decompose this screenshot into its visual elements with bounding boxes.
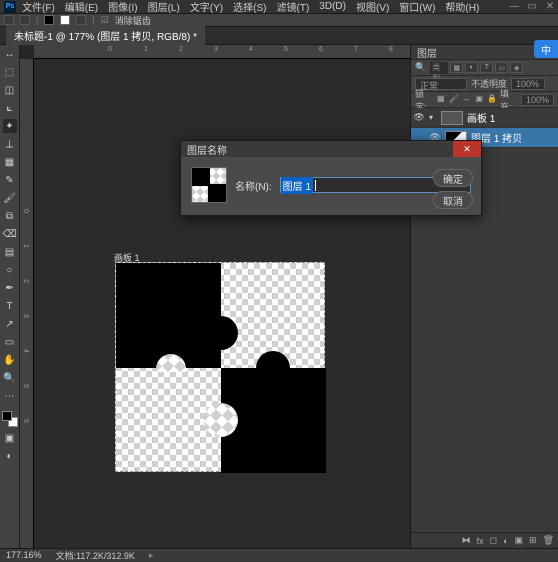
hand-tool-icon[interactable]: ✋ [3, 353, 17, 367]
document-tab-bar: 未标题-1 @ 177% (图层 1 拷贝, RGB/8) * [0, 27, 558, 45]
close-window-icon[interactable]: ✕ [544, 1, 556, 12]
link-layers-icon[interactable]: ⧓ [462, 535, 471, 546]
puzzle-piece-top-left [116, 263, 221, 368]
filter-pixel-icon[interactable]: ▦ [450, 62, 463, 73]
ruler-horizontal: 0 1 2 3 4 5 6 7 8 [34, 45, 410, 59]
name-field-label: 名称(N): [235, 178, 272, 193]
lock-pixels-icon[interactable]: 🖌 [449, 94, 459, 105]
antialias-label: 消除锯齿 [115, 14, 151, 27]
move-tool-icon[interactable]: ↔ [3, 47, 17, 61]
wand-tool-icon[interactable]: ✦ [3, 119, 17, 133]
shape-tool-icon[interactable]: ▭ [3, 335, 17, 349]
lock-transparent-icon[interactable]: ▦ [436, 94, 446, 105]
layer-name[interactable]: 图层 1 拷贝 [471, 130, 556, 145]
window-controls: — ▭ ✕ [508, 1, 556, 12]
eraser-tool-icon[interactable]: ⌫ [3, 227, 17, 241]
dialog-layer-thumbnail [191, 167, 227, 203]
more-tools-icon[interactable]: ⋯ [3, 389, 17, 403]
quickmask-icon[interactable]: ◐ [3, 449, 17, 463]
main-area: ↔ ⬚ ◫ ⟀ ✦ ⟂ ▦ ✎ 🖌 ⧉ ⌫ ▤ ○ ✒ T ↗ ▭ ✋ 🔍 ⋯ … [0, 45, 558, 548]
marquee-tool-icon[interactable]: ◫ [3, 83, 17, 97]
crop-tool-icon[interactable]: ⟂ [3, 137, 17, 151]
filter-adjust-icon[interactable]: ◐ [465, 62, 478, 73]
zoom-display[interactable]: 177.16% [6, 550, 42, 560]
menu-file[interactable]: 文件(F) [18, 0, 59, 15]
dialog-titlebar[interactable]: 图层名称 ✕ [181, 141, 481, 157]
layer-blend-row: 正常 不透明度 100% [411, 76, 558, 92]
brush-tool-icon[interactable]: 🖌 [3, 191, 17, 205]
artboard-tool-icon[interactable]: ⬚ [3, 65, 17, 79]
menu-3d[interactable]: 3D(D) [315, 0, 350, 13]
layer-style-icon[interactable]: fx [477, 536, 484, 546]
bg-swatch[interactable] [60, 15, 70, 25]
ok-button[interactable]: 确定 [433, 169, 473, 187]
color-swatches[interactable] [2, 411, 18, 427]
screen-mode-icon[interactable]: ▣ [3, 431, 17, 445]
rename-layer-dialog: 图层名称 ✕ 名称(N): 图层 1 确定 取消 [180, 140, 482, 216]
fill-input[interactable]: 100% [521, 94, 554, 106]
minimize-icon[interactable]: — [508, 1, 520, 12]
gradient-tool-icon[interactable]: ▤ [3, 245, 17, 259]
group-icon[interactable]: ▣ [515, 535, 524, 546]
tool-palette: ↔ ⬚ ◫ ⟀ ✦ ⟂ ▦ ✎ 🖌 ⧉ ⌫ ▤ ○ ✒ T ↗ ▭ ✋ 🔍 ⋯ … [0, 45, 20, 548]
artboard[interactable] [115, 262, 325, 472]
current-tool-icon[interactable] [20, 15, 30, 25]
ruler-vertical: 0 1 2 3 4 5 6 [20, 59, 34, 548]
layer-row-artboard[interactable]: 👁 ▾ 画板 1 [411, 108, 558, 128]
layer-name[interactable]: 画板 1 [467, 110, 556, 125]
disclosure-icon[interactable]: ▾ [429, 113, 437, 122]
pen-tool-icon[interactable]: ✒ [3, 281, 17, 295]
menubar: Ps 文件(F) 编辑(E) 图像(I) 图层(L) 文字(Y) 选择(S) 滤… [0, 0, 558, 14]
layers-panel-footer: ⧓ fx ◻ ◐ ▣ ⊞ 🗑 [411, 532, 558, 548]
search-icon[interactable]: 🔍 [415, 62, 426, 73]
cancel-button[interactable]: 取消 [433, 191, 473, 209]
fill-swatch[interactable] [44, 15, 54, 25]
menu-filter[interactable]: 滤镜(T) [273, 0, 314, 15]
lock-all-icon[interactable]: 🔒 [487, 94, 497, 105]
right-panels: 图层 🔍 类型 ▦ ◐ T ▭ ◈ 正常 不透明度 100% 锁定: ▦ 🖌 ↔… [410, 45, 558, 548]
puzzle-piece-bottom-right [221, 368, 326, 473]
close-icon[interactable]: ✕ [453, 141, 481, 157]
app-logo-icon: Ps [4, 1, 16, 13]
artboard-label[interactable]: 画板 1 [114, 251, 140, 264]
mode-icon[interactable] [76, 15, 86, 25]
dialog-title: 图层名称 [187, 142, 227, 157]
layer-lock-row: 锁定: ▦ 🖌 ↔ ▣ 🔒 填充: 100% [411, 92, 558, 108]
stamp-tool-icon[interactable]: ⧉ [3, 209, 17, 223]
menu-window[interactable]: 窗口(W) [395, 0, 439, 15]
type-tool-icon[interactable]: T [3, 299, 17, 313]
visibility-icon[interactable]: 👁 [413, 112, 425, 123]
layer-filter-row: 🔍 类型 ▦ ◐ T ▭ ◈ [411, 60, 558, 76]
document-tab[interactable]: 未标题-1 @ 177% (图层 1 拷贝, RGB/8) * [6, 26, 205, 45]
layer-thumbnail[interactable] [441, 111, 463, 125]
filter-shape-icon[interactable]: ▭ [495, 62, 508, 73]
frame-tool-icon[interactable]: ▦ [3, 155, 17, 169]
menu-view[interactable]: 视图(V) [352, 0, 393, 15]
menu-select[interactable]: 选择(S) [229, 0, 270, 15]
filter-kind-dropdown[interactable]: 类型 [430, 62, 448, 74]
menu-help[interactable]: 帮助(H) [441, 0, 483, 15]
adjustment-layer-icon[interactable]: ◐ [503, 536, 508, 546]
eyedropper-tool-icon[interactable]: ✎ [3, 173, 17, 187]
doc-size-display[interactable]: 文档:117.2K/312.9K [56, 549, 135, 562]
foreground-color[interactable] [2, 411, 12, 421]
home-icon[interactable] [4, 15, 14, 25]
menu-edit[interactable]: 编辑(E) [61, 0, 102, 15]
lasso-tool-icon[interactable]: ⟀ [3, 101, 17, 115]
canvas-area: 0 1 2 3 4 5 6 7 8 0 1 2 3 4 5 6 画板 1 [20, 45, 410, 548]
lock-position-icon[interactable]: ↔ [462, 94, 472, 105]
blur-tool-icon[interactable]: ○ [3, 263, 17, 277]
zoom-tool-icon[interactable]: 🔍 [3, 371, 17, 385]
menu-type[interactable]: 文字(Y) [186, 0, 227, 15]
new-layer-icon[interactable]: ⊞ [529, 535, 537, 546]
ime-badge[interactable]: 中 [534, 40, 558, 58]
restore-icon[interactable]: ▭ [526, 1, 538, 12]
status-bar: 177.16% 文档:117.2K/312.9K ▸ [0, 548, 558, 561]
path-tool-icon[interactable]: ↗ [3, 317, 17, 331]
filter-smart-icon[interactable]: ◈ [510, 62, 523, 73]
filter-type-icon[interactable]: T [480, 62, 493, 73]
layer-mask-icon[interactable]: ◻ [490, 535, 497, 546]
lock-artboard-icon[interactable]: ▣ [474, 94, 484, 105]
delete-layer-icon[interactable]: 🗑 [543, 535, 554, 546]
